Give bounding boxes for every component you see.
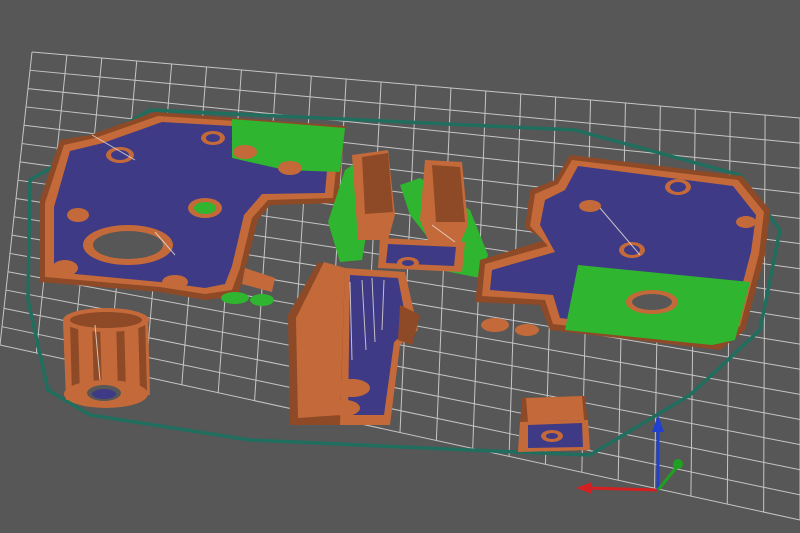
small-block[interactable] xyxy=(518,396,590,452)
grid-line xyxy=(31,51,800,119)
3d-print-preview-viewport[interactable] xyxy=(0,0,800,533)
gear-cylinder[interactable] xyxy=(63,308,150,408)
gcode-preview-canvas[interactable] xyxy=(0,0,800,533)
center-clip-parts[interactable] xyxy=(328,150,488,278)
right-mount-plate[interactable] xyxy=(475,155,770,350)
center-bracket[interactable] xyxy=(288,262,420,425)
